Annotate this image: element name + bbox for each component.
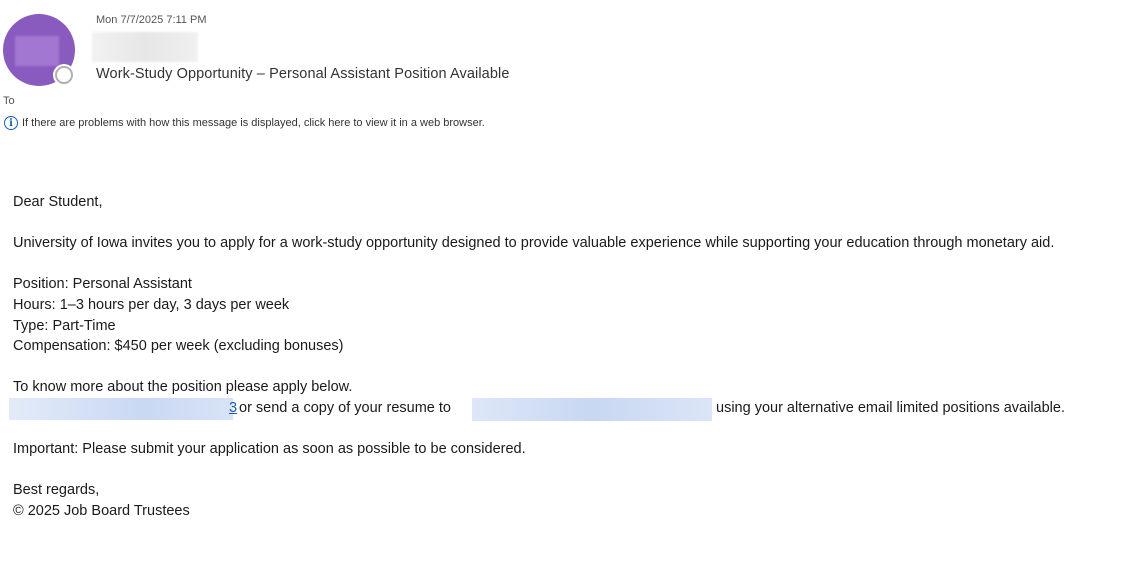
- info-message[interactable]: If there are problems with how this mess…: [22, 117, 485, 129]
- message-body: Dear Student, University of Iowa invites…: [9, 192, 1123, 522]
- position-line: Position: Personal Assistant: [13, 276, 192, 293]
- avatar-initials-redacted: [15, 36, 59, 66]
- email-address-redacted[interactable]: [472, 397, 712, 421]
- apply-link[interactable]: 3: [229, 398, 237, 419]
- presence-status-icon: [55, 66, 73, 84]
- greeting: Dear Student,: [13, 194, 103, 210]
- sender-name-redacted[interactable]: [92, 32, 198, 62]
- apply-line-mid: or send a copy of your resume to: [239, 399, 451, 416]
- intro-paragraph: University of Iowa invites you to apply …: [13, 235, 1055, 252]
- know-more-line: To know more about the position please a…: [13, 379, 353, 396]
- signoff: Best regards,: [13, 482, 100, 499]
- info-icon: i: [4, 116, 18, 130]
- apply-line: 3 or send a copy of your resume to using…: [9, 397, 1123, 421]
- apply-link-redacted[interactable]: [9, 397, 233, 420]
- apply-line-end: using your alternative email limited pos…: [716, 399, 1065, 416]
- message-header: Mon 7/7/2025 7:11 PM Work-Study Opportun…: [0, 0, 1128, 140]
- info-bar[interactable]: i If there are problems with how this me…: [4, 115, 485, 131]
- type-line: Type: Part-Time: [13, 317, 116, 334]
- sender-avatar[interactable]: [3, 14, 75, 86]
- signature: © 2025 Job Board Trustees: [13, 502, 190, 519]
- message-subject: Work-Study Opportunity – Personal Assist…: [96, 66, 510, 82]
- message-date: Mon 7/7/2025 7:11 PM: [96, 14, 207, 26]
- important-line: Important: Please submit your applicatio…: [13, 441, 526, 458]
- compensation-line: Compensation: $450 per week (excluding b…: [13, 338, 344, 355]
- to-label: To: [3, 95, 15, 107]
- hours-line: Hours: 1–3 hours per day, 3 days per wee…: [13, 296, 290, 313]
